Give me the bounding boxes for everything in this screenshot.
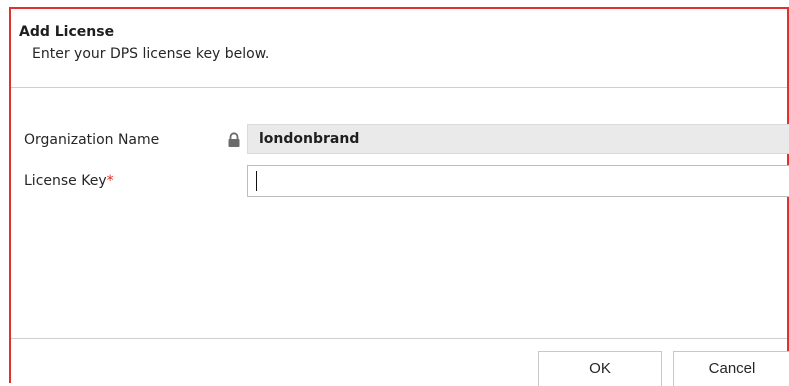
- cancel-button[interactable]: Cancel: [673, 351, 789, 386]
- dialog-footer: OK Cancel: [11, 338, 789, 386]
- ok-button[interactable]: OK: [538, 351, 662, 386]
- dialog-subtitle: Enter your DPS license key below.: [32, 46, 270, 62]
- license-key-input[interactable]: [247, 165, 789, 197]
- license-key-row: License Key*: [11, 165, 789, 197]
- dialog-header: Add License Enter your DPS license key b…: [11, 9, 787, 88]
- organization-name-row: Organization Name londonbrand: [11, 124, 789, 156]
- license-key-label: License Key*: [24, 173, 114, 189]
- organization-name-value: londonbrand: [259, 131, 360, 147]
- dialog-title: Add License: [19, 24, 115, 40]
- lock-icon: [228, 132, 240, 147]
- organization-name-field: londonbrand: [247, 124, 789, 154]
- add-license-dialog: Add License Enter your DPS license key b…: [9, 7, 789, 386]
- organization-name-label: Organization Name: [24, 132, 160, 148]
- background-page-fragment: [0, 0, 789, 7]
- text-caret: [256, 171, 257, 191]
- license-key-label-text: License Key: [24, 173, 107, 189]
- required-marker: *: [106, 173, 114, 189]
